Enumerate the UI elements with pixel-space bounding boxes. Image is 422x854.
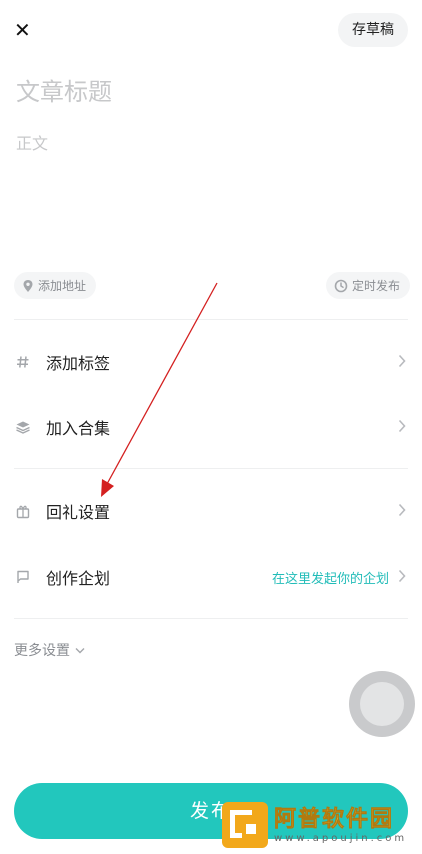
add-tags-row[interactable]: 添加标签 — [0, 338, 422, 386]
add-to-collection-label: 加入合集 — [46, 419, 111, 438]
flag-icon — [14, 568, 32, 586]
gift-settings-row[interactable]: 回礼设置 — [0, 487, 422, 535]
close-icon[interactable]: ✕ — [14, 18, 31, 42]
scheduled-publish-chip[interactable]: 定时发布 — [325, 272, 410, 299]
hashtag-icon — [14, 353, 32, 371]
add-to-collection-row[interactable]: 加入合集 — [0, 403, 422, 451]
add-location-chip[interactable]: 添加地址 — [14, 272, 97, 299]
creation-plan-row[interactable]: 创作企划 在这里发起你的企划 — [0, 553, 422, 601]
article-body-input[interactable] — [16, 130, 406, 240]
divider — [14, 618, 408, 619]
more-settings-toggle[interactable]: 更多设置 — [14, 638, 85, 662]
watermark-url: www.apoujin.com — [274, 832, 408, 844]
add-location-label: 添加地址 — [38, 279, 87, 293]
watermark-title: 阿普软件园 — [274, 806, 395, 832]
creation-plan-hint[interactable]: 在这里发起你的企划 — [272, 568, 389, 587]
creation-plan-label: 创作企划 — [46, 569, 111, 588]
clock-icon — [334, 279, 348, 292]
location-pin-icon — [23, 279, 33, 292]
divider — [14, 468, 408, 469]
add-tags-label: 添加标签 — [46, 354, 111, 373]
watermark-logo-icon — [222, 802, 268, 848]
floating-assistive-button[interactable] — [349, 671, 415, 737]
close-button[interactable]: ✕ — [14, 18, 36, 42]
article-title-input[interactable] — [16, 74, 396, 110]
chevron-right-icon — [398, 353, 406, 372]
layers-icon — [14, 418, 32, 436]
floating-assistive-inner — [360, 682, 404, 726]
more-settings-label: 更多设置 — [14, 643, 70, 659]
watermark: 阿普软件园 www.apoujin.com — [222, 800, 416, 850]
divider — [14, 319, 408, 320]
gift-icon — [14, 502, 32, 520]
chevron-right-icon — [398, 568, 406, 587]
gift-settings-label: 回礼设置 — [46, 503, 111, 522]
save-draft-button[interactable]: 存草稿 — [338, 13, 408, 47]
chevron-right-icon — [398, 418, 406, 437]
chevron-down-icon — [75, 647, 85, 653]
scheduled-publish-label: 定时发布 — [351, 279, 400, 293]
chevron-right-icon — [398, 502, 406, 521]
